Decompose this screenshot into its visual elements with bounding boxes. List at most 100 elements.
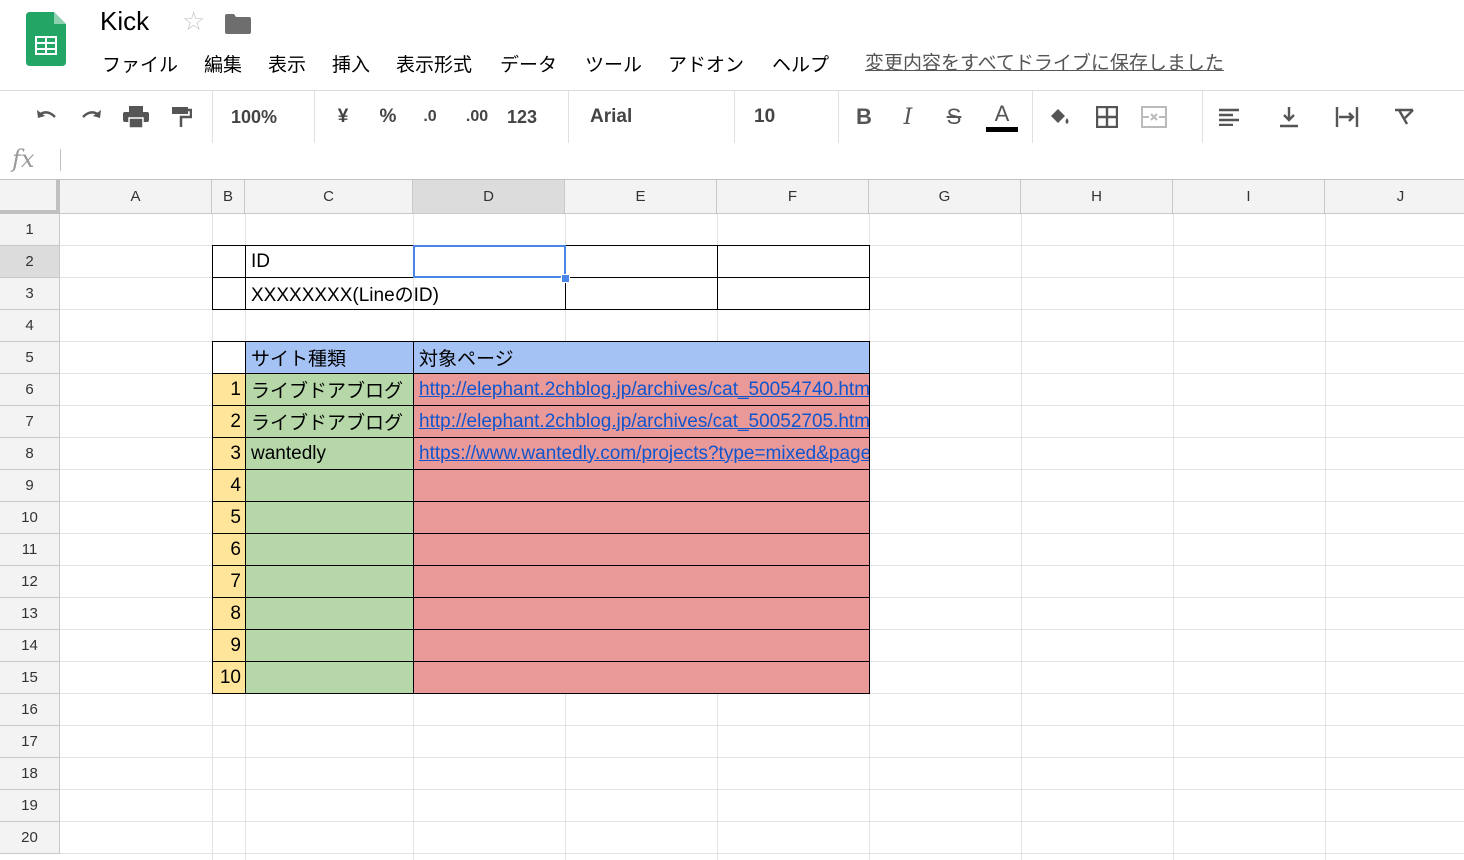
row-header[interactable]: 3 [0,278,60,310]
row-header[interactable]: 4 [0,310,60,342]
row-number-cell[interactable]: 8 [212,597,246,630]
folder-icon[interactable] [225,14,251,34]
id-label-cell[interactable]: ID [245,245,414,278]
row-number-cell[interactable]: 3 [212,437,246,470]
cell-b3[interactable] [212,277,246,310]
target-page-cell[interactable]: https://www.wantedly.com/projects?type=m… [413,437,870,470]
print-icon[interactable] [120,91,152,143]
row-header[interactable]: 15 [0,662,60,694]
font-family-select[interactable]: Arial [580,91,730,143]
cell-f3[interactable] [717,277,870,310]
bold-button[interactable]: B [850,91,878,143]
url-link[interactable]: https://www.wantedly.com/projects?type=m… [419,443,869,465]
row-number-cell[interactable]: 2 [212,405,246,438]
url-link[interactable]: http://elephant.2chblog.jp/archives/cat_… [419,411,869,433]
menu-file[interactable]: ファイル [102,50,178,77]
redo-icon[interactable] [76,91,106,143]
row-header[interactable]: 18 [0,758,60,790]
sheets-logo-icon[interactable] [26,12,66,66]
site-type-cell[interactable]: ライブドアブログ [245,373,414,406]
row-number-cell[interactable]: 6 [212,533,246,566]
borders-icon[interactable] [1092,91,1122,143]
row-header[interactable]: 5 [0,342,60,374]
row-header[interactable]: 11 [0,534,60,566]
fill-color-icon[interactable] [1044,91,1074,143]
strikethrough-button[interactable]: S [940,91,968,143]
target-page-cell[interactable] [413,597,870,630]
paint-format-icon[interactable] [166,91,196,143]
site-type-cell[interactable] [245,597,414,630]
row-header[interactable]: 16 [0,694,60,726]
cell-f2[interactable] [717,245,870,278]
target-page-cell[interactable] [413,469,870,502]
target-page-header[interactable]: 対象ページ [413,341,870,374]
column-header-c[interactable]: C [245,180,413,214]
target-page-cell[interactable] [413,661,870,694]
select-all-corner[interactable] [0,180,60,214]
active-cell-selection[interactable] [413,245,566,278]
column-header-h[interactable]: H [1021,180,1173,214]
row-header[interactable]: 12 [0,566,60,598]
cell-b5[interactable] [212,341,246,374]
row-header[interactable]: 20 [0,822,60,854]
site-type-cell[interactable] [245,501,414,534]
id-value-cell[interactable]: XXXXXXXX(LineのID) [245,277,566,310]
font-size-select[interactable]: 10 [744,91,824,143]
menu-help[interactable]: ヘルプ [772,50,829,77]
site-type-cell[interactable] [245,533,414,566]
row-number-cell[interactable]: 5 [212,501,246,534]
column-header-d[interactable]: D [413,180,565,214]
site-type-cell[interactable] [245,629,414,662]
row-header[interactable]: 6 [0,374,60,406]
text-color-button[interactable]: A [984,91,1020,143]
fill-handle[interactable] [561,274,570,283]
row-header[interactable]: 7 [0,406,60,438]
site-type-cell[interactable] [245,469,414,502]
column-header-a[interactable]: A [60,180,212,214]
row-header[interactable]: 8 [0,438,60,470]
site-type-header[interactable]: サイト種類 [245,341,414,374]
target-page-cell[interactable]: http://elephant.2chblog.jp/archives/cat_… [413,373,870,406]
site-type-cell[interactable] [245,565,414,598]
target-page-cell[interactable] [413,501,870,534]
save-status-link[interactable]: 変更内容をすべてドライブに保存しました [865,48,1224,75]
column-header-f[interactable]: F [717,180,869,214]
increase-decimal-button[interactable]: .00 [460,91,494,143]
column-header-g[interactable]: G [869,180,1021,214]
menu-addons[interactable]: アドオン [668,50,744,77]
cell-b2[interactable] [212,245,246,278]
column-header-i[interactable]: I [1173,180,1325,214]
menu-edit[interactable]: 編集 [204,50,242,77]
text-wrap-icon[interactable] [1332,91,1362,143]
site-type-cell[interactable] [245,661,414,694]
row-header[interactable]: 17 [0,726,60,758]
target-page-cell[interactable] [413,533,870,566]
percent-button[interactable]: % [374,91,402,143]
align-left-icon[interactable] [1214,91,1244,143]
row-header[interactable]: 1 [0,214,60,246]
valign-bottom-icon[interactable] [1274,91,1304,143]
menu-tools[interactable]: ツール [585,50,642,77]
row-header[interactable]: 2 [0,246,60,278]
row-header[interactable]: 19 [0,790,60,822]
undo-icon[interactable] [32,91,62,143]
row-number-cell[interactable]: 9 [212,629,246,662]
site-type-cell[interactable]: wantedly [245,437,414,470]
target-page-cell[interactable]: http://elephant.2chblog.jp/archives/cat_… [413,405,870,438]
italic-button[interactable]: I [894,91,922,143]
more-formats-button[interactable]: 123 [504,91,540,143]
row-header[interactable]: 10 [0,502,60,534]
url-link[interactable]: http://elephant.2chblog.jp/archives/cat_… [419,379,869,401]
target-page-cell[interactable] [413,629,870,662]
menu-format[interactable]: 表示形式 [396,50,472,77]
cell-e3[interactable] [565,277,718,310]
column-header-j[interactable]: J [1325,180,1464,214]
column-header-e[interactable]: E [565,180,717,214]
target-page-cell[interactable] [413,565,870,598]
text-rotate-icon[interactable] [1390,91,1420,143]
row-number-cell[interactable]: 4 [212,469,246,502]
merge-cells-icon[interactable] [1138,91,1170,143]
decrease-decimal-button[interactable]: .0 [416,91,444,143]
menu-data[interactable]: データ [500,50,557,77]
menu-insert[interactable]: 挿入 [332,50,370,77]
